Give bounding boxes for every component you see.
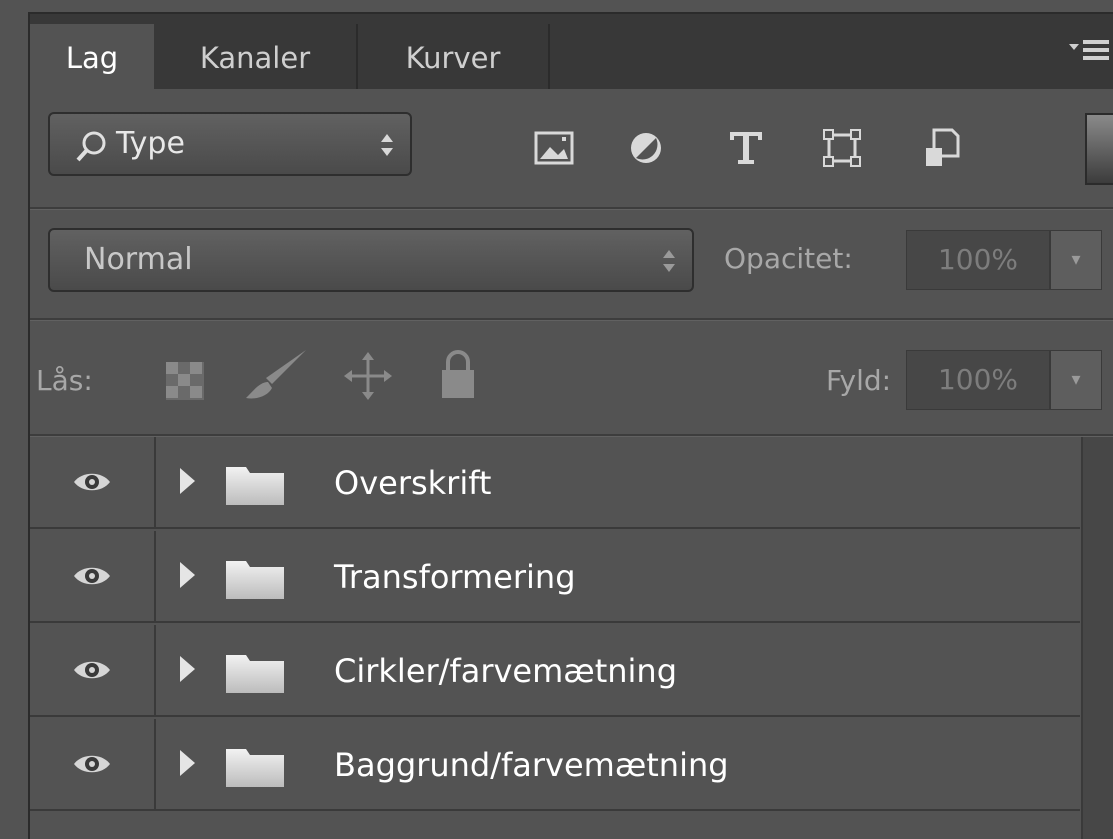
visibility-toggle[interactable] <box>30 437 156 527</box>
filter-kind-select[interactable]: Type <box>48 112 412 176</box>
lock-image-pixels-icon[interactable] <box>242 346 312 410</box>
lock-position-icon[interactable] <box>342 350 394 406</box>
filter-kind-value: Type <box>116 126 185 161</box>
opacity-dropdown-button[interactable]: ▾ <box>1050 230 1102 290</box>
blend-mode-select[interactable]: Normal <box>48 228 694 292</box>
divider <box>30 318 1113 321</box>
eye-icon <box>74 567 110 585</box>
type-filter-icon[interactable] <box>720 122 772 174</box>
filter-toggle-switch[interactable] <box>1085 113 1113 185</box>
layer-row[interactable]: Overskrift <box>30 437 1080 529</box>
expand-arrow-icon[interactable] <box>180 656 195 682</box>
layer-name: Baggrund/farvemætning <box>334 746 729 784</box>
layers-panel: Lag Kanaler Kurver Type Normal Opacitet:… <box>28 12 1113 839</box>
folder-icon <box>226 467 284 505</box>
tab-kurver[interactable]: Kurver <box>358 24 550 89</box>
layer-row[interactable]: Transformering <box>30 531 1080 623</box>
eye-icon <box>74 473 110 491</box>
expand-arrow-icon[interactable] <box>180 750 195 776</box>
tab-lag[interactable]: Lag <box>30 24 154 89</box>
fill-field[interactable]: 100% <box>906 350 1050 410</box>
select-arrows-icon <box>663 250 675 272</box>
layer-row[interactable]: Baggrund/farvemætning <box>30 719 1080 811</box>
layers-scrollbar[interactable] <box>1081 437 1113 839</box>
fill-label: Fyld: <box>826 364 892 397</box>
smart-object-filter-icon[interactable] <box>916 122 968 174</box>
visibility-toggle[interactable] <box>30 719 156 809</box>
expand-arrow-icon[interactable] <box>180 468 195 494</box>
search-icon <box>74 126 110 186</box>
lock-label: Lås: <box>36 364 93 397</box>
eye-icon <box>74 661 110 679</box>
folder-icon <box>226 561 284 599</box>
folder-icon <box>226 655 284 693</box>
visibility-toggle[interactable] <box>30 531 156 621</box>
layer-row[interactable]: Cirkler/farvemætning <box>30 625 1080 717</box>
layer-name: Cirkler/farvemætning <box>334 652 677 690</box>
blend-mode-value: Normal <box>84 242 193 277</box>
panel-tab-bar: Lag Kanaler Kurver <box>30 14 1113 89</box>
folder-icon <box>226 749 284 787</box>
panel-menu-icon[interactable] <box>1069 36 1111 71</box>
expand-arrow-icon[interactable] <box>180 562 195 588</box>
lock-transparent-pixels-icon[interactable] <box>164 360 206 406</box>
layer-name: Overskrift <box>334 464 492 502</box>
select-arrows-icon <box>381 134 393 156</box>
opacity-label: Opacitet: <box>724 242 853 275</box>
tab-kanaler[interactable]: Kanaler <box>154 24 358 89</box>
eye-icon <box>74 755 110 773</box>
opacity-field[interactable]: 100% <box>906 230 1050 290</box>
layers-list: Overskrift Transformering Cirkler/farvem… <box>30 437 1080 839</box>
layer-name: Transformering <box>334 558 576 596</box>
adjustment-filter-icon[interactable] <box>620 122 672 174</box>
visibility-toggle[interactable] <box>30 625 156 715</box>
lock-all-icon[interactable] <box>438 348 478 404</box>
fill-dropdown-button[interactable]: ▾ <box>1050 350 1102 410</box>
shape-filter-icon[interactable] <box>816 122 868 174</box>
divider <box>30 207 1113 210</box>
image-filter-icon[interactable] <box>528 122 580 174</box>
